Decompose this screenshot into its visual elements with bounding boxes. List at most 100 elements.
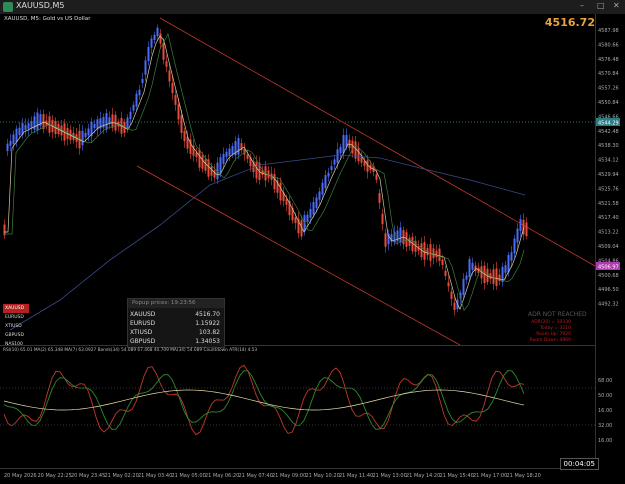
time-axis-label: 21 May 11:40: [339, 473, 373, 479]
price-tag-blue: 4544.29: [598, 121, 619, 127]
candle-body: [378, 193, 381, 203]
popup-row: XTIUSD 103.82: [130, 329, 222, 337]
symbol-item[interactable]: XAUUSD: [3, 304, 29, 313]
candle-body: [321, 182, 324, 195]
candle-body: [513, 238, 516, 254]
candles-group: [3, 24, 528, 316]
candle-body: [432, 248, 435, 259]
candle-body: [84, 132, 87, 138]
candle-body: [159, 33, 162, 44]
price-axis-label: 4557.26: [598, 86, 619, 92]
popup-symbol: XAUUSD: [130, 311, 156, 318]
candle-body: [126, 117, 129, 129]
price-tag-magenta: 4506.97: [598, 265, 619, 271]
candle-body: [36, 112, 39, 131]
candle-body: [504, 265, 507, 273]
candle-body: [318, 191, 321, 200]
price-chart[interactable]: 4587.98 4580.66 4576.48 4570.84 4557.26 4550.…: [0, 0, 625, 484]
candle-body: [399, 227, 402, 243]
candle-body: [306, 214, 309, 223]
popup-symbol: EURUSD: [130, 320, 156, 327]
candle-body: [138, 89, 141, 96]
indicator-axis-label: 68.00: [598, 378, 612, 384]
candle-body: [312, 202, 315, 215]
popup-value: 103.82: [199, 329, 220, 336]
candle-body: [111, 114, 114, 128]
adr-title: ADR NOT REACHED: [528, 311, 587, 318]
candle-body: [147, 46, 150, 62]
price-axis-label: 4496.50: [598, 287, 619, 293]
candle-body: [495, 268, 498, 286]
price-axis-label: 4521.58: [598, 201, 619, 207]
candle-body: [273, 174, 276, 190]
popup-row: GBPUSD 1.34053: [130, 338, 222, 346]
candle-body: [132, 104, 135, 111]
candle-body: [210, 166, 213, 176]
candle-body: [222, 154, 225, 164]
candle-body: [228, 148, 231, 157]
candle-body: [462, 278, 465, 295]
price-axis-label: 4492.32: [598, 302, 619, 308]
ma-slow-line: [4, 33, 525, 312]
candle-body: [336, 149, 339, 163]
candle-body: [33, 116, 36, 130]
candle-body: [198, 149, 201, 168]
candle-body: [429, 244, 432, 261]
candle-body: [438, 248, 441, 261]
indicator-axis-label: 32.00: [598, 423, 612, 429]
candle-body: [384, 233, 387, 247]
candle-body: [108, 117, 111, 124]
candle-body: [330, 165, 333, 171]
ma-long-line: [9, 154, 526, 331]
symbol-list: XAUUSD EURUSD XTIUSD GBPUSD NAS100: [3, 304, 29, 349]
candle-body: [444, 270, 447, 276]
candle-body: [327, 172, 330, 177]
candle-body: [6, 143, 9, 152]
time-axis-label: 21 May 18:20: [507, 473, 541, 479]
price-axis-label: 4538.30: [598, 143, 619, 149]
candle-body: [450, 291, 453, 300]
candle-body: [168, 70, 171, 82]
price-axis-label: 4513.22: [598, 230, 619, 236]
time-axis-label: 20 May 23:45: [71, 473, 105, 479]
candle-body: [18, 127, 21, 135]
price-axis-label: 4576.48: [598, 57, 619, 63]
candle-body: [285, 199, 288, 205]
candle-body: [129, 111, 132, 119]
popup-symbol: XTIUSD: [130, 329, 153, 336]
candle-body: [153, 34, 156, 41]
popup-symbol: GBPUSD: [130, 338, 156, 345]
countdown-timer: 00:04:05: [559, 458, 599, 470]
candle-body: [87, 128, 90, 136]
popup-prices-panel[interactable]: Popup prices: 19:23:56 XAUUSD 4516.70 EU…: [127, 298, 225, 348]
rsi-ma-line: [3, 370, 525, 430]
candle-body: [519, 219, 522, 231]
symbol-item[interactable]: EURUSD: [3, 313, 29, 322]
candle-body: [105, 113, 108, 130]
candle-body: [174, 95, 177, 105]
price-axis-label: 4587.98: [598, 28, 619, 34]
adr-details: ADR(20) = 10330 Today = 3210 Room Up: 79…: [530, 320, 571, 344]
candle-body: [165, 61, 168, 67]
candle-body: [219, 157, 222, 173]
channel-upper-line[interactable]: [159, 17, 596, 267]
candle-body: [525, 222, 528, 237]
time-axis-label: 21 May 15:40: [440, 473, 474, 479]
time-axis-label: 21 May 10:20: [306, 473, 340, 479]
time-axis-labels: 20 May 2026 20 May 22:25 20 May 23:45 21 Ma…: [4, 473, 541, 479]
candle-body: [333, 159, 336, 165]
candle-body: [375, 174, 378, 180]
price-axis-label: 4542.48: [598, 129, 619, 135]
symbol-item[interactable]: XTIUSD: [3, 322, 29, 331]
candle-body: [255, 162, 258, 179]
price-axis-label: 4500.68: [598, 273, 619, 279]
candle-body: [12, 134, 15, 145]
time-axis-label: 20 May 22:25: [38, 473, 72, 479]
indicator-header: RSI(10) 65.01 MA(2) 65.348 MA(7) 63.0927…: [3, 348, 258, 353]
candle-body: [396, 230, 399, 242]
candle-body: [492, 269, 495, 284]
symbol-item[interactable]: GBPUSD: [3, 331, 29, 340]
popup-title: Popup prices: 19:23:56: [128, 299, 224, 308]
popup-value: 1.34053: [195, 338, 220, 345]
candle-body: [171, 82, 174, 94]
